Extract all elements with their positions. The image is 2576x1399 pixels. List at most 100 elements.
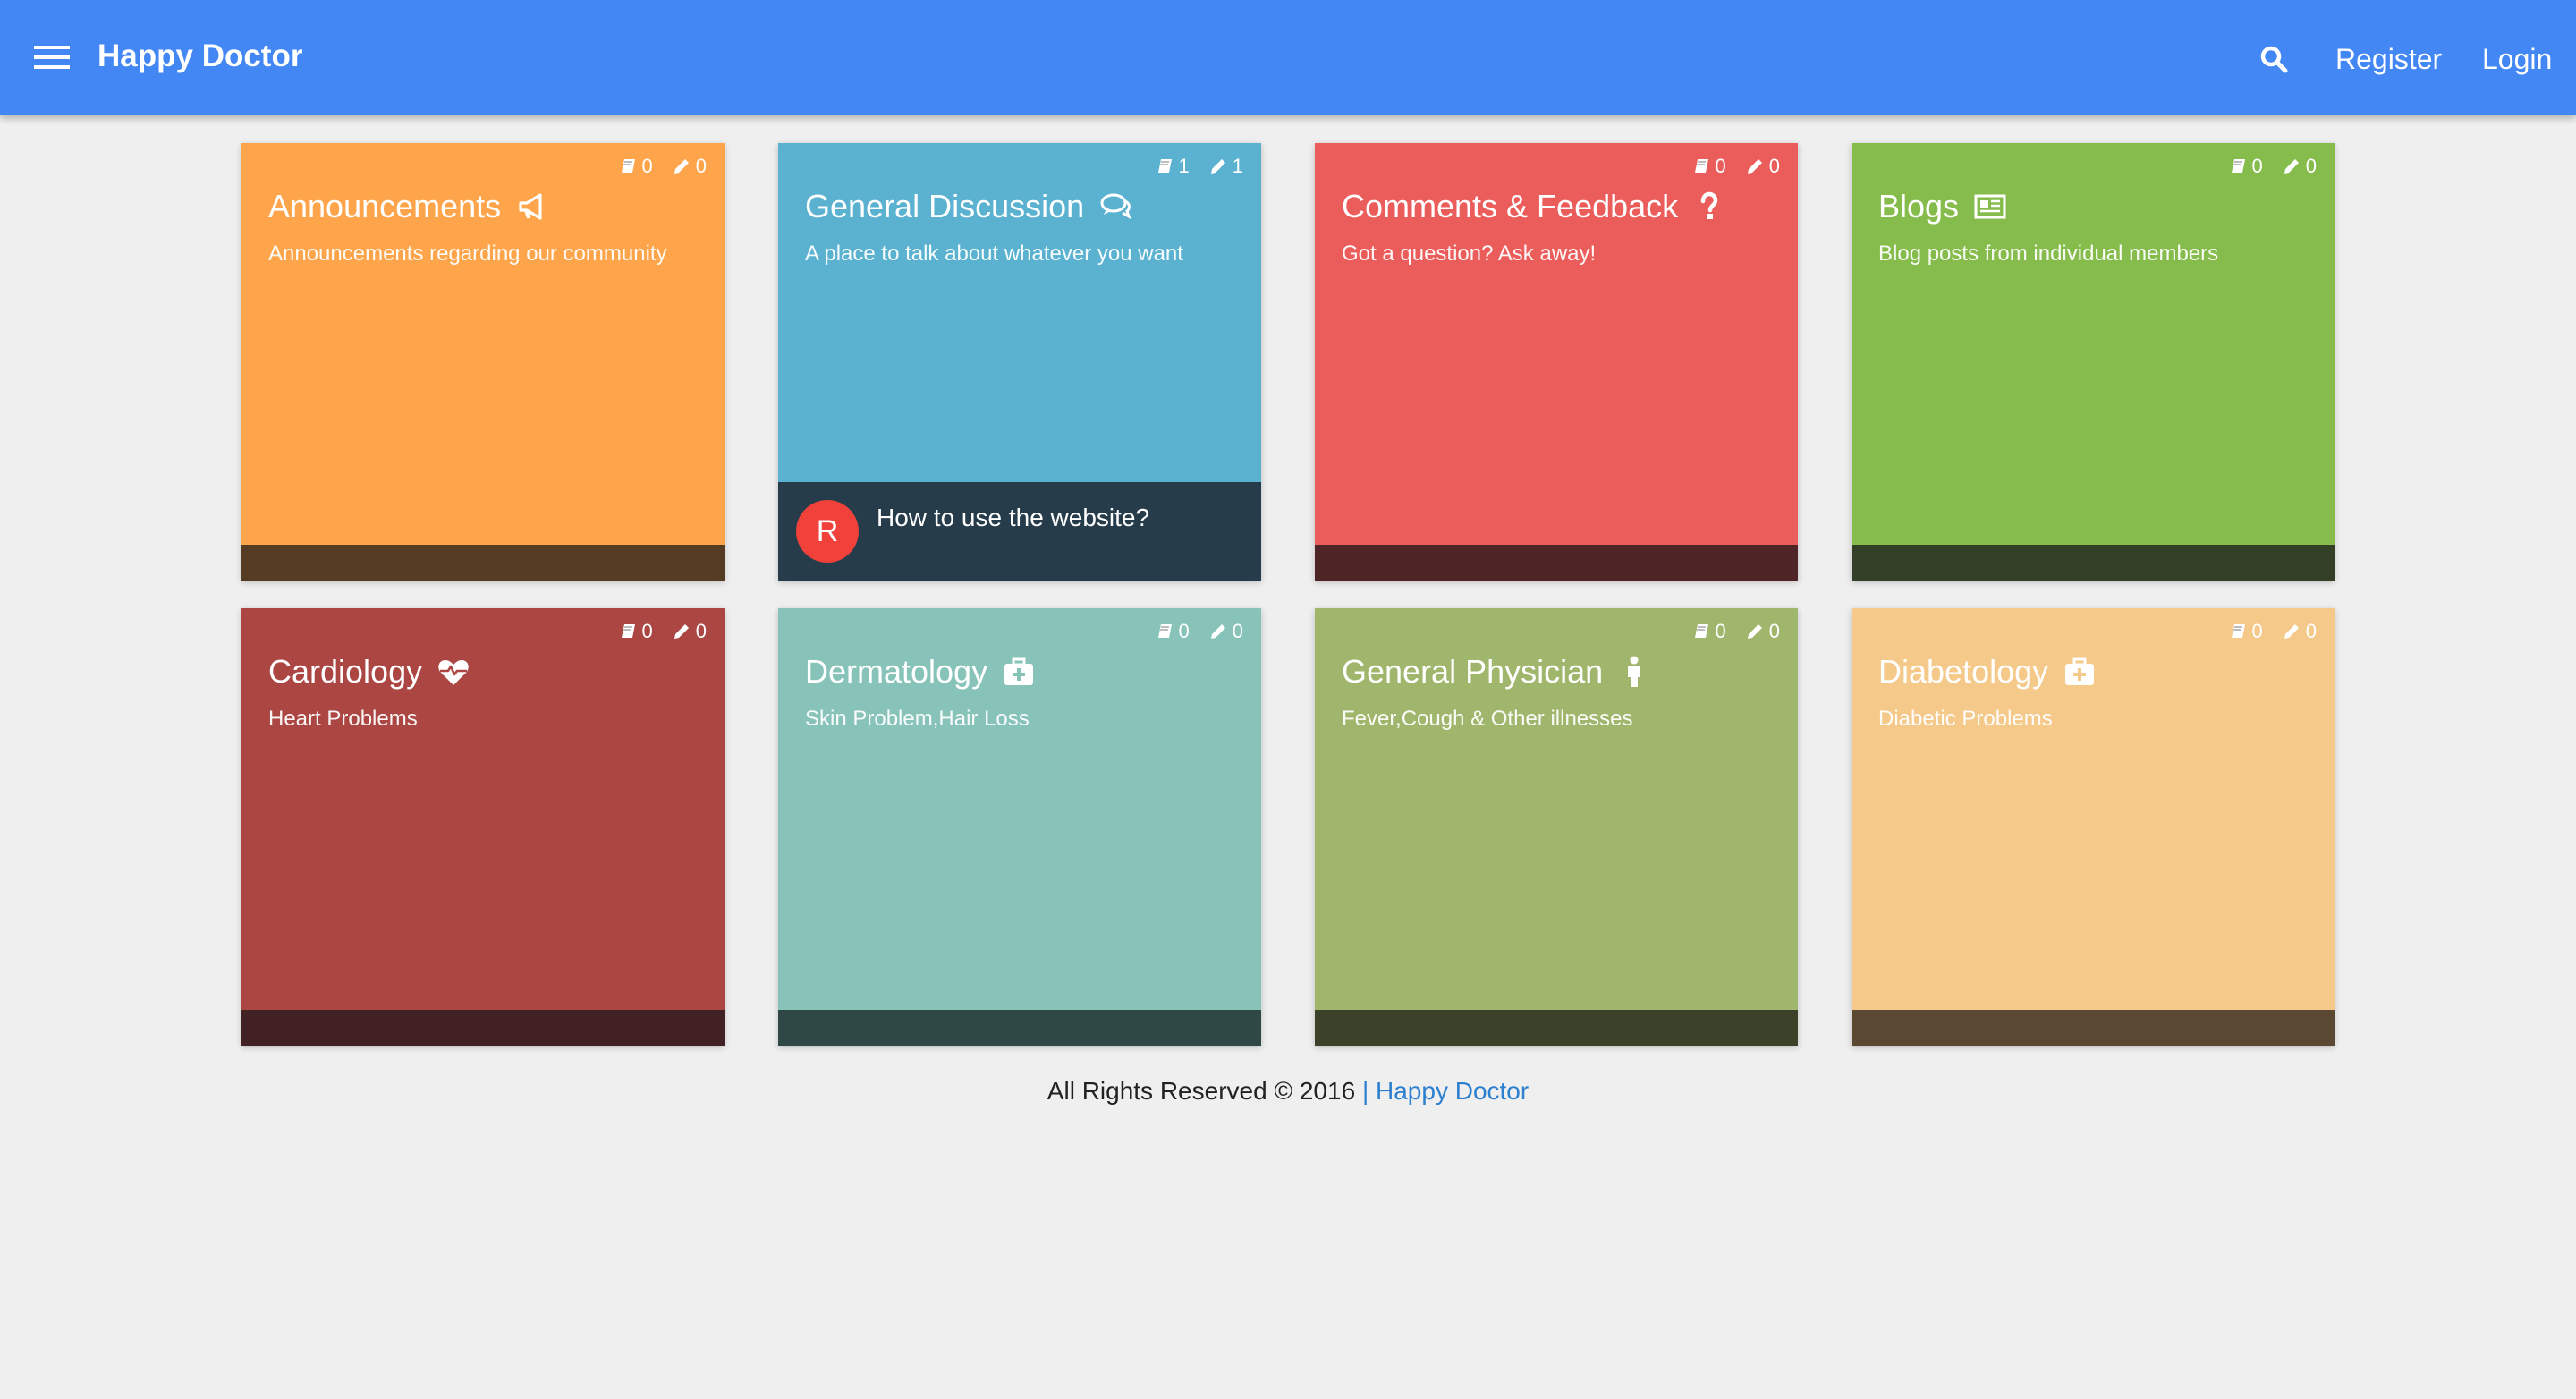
- book-icon: [619, 157, 637, 175]
- bullhorn-icon: [515, 190, 549, 224]
- male-icon: [1617, 655, 1651, 689]
- pencil-icon: [1746, 157, 1764, 175]
- pencil-icon: [2283, 157, 2301, 175]
- pencil-icon: [1209, 623, 1227, 640]
- avatar[interactable]: R: [796, 500, 859, 563]
- category-stats: 0 0: [2229, 154, 2317, 179]
- post-count: 1: [1232, 155, 1243, 177]
- book-icon: [2229, 623, 2247, 640]
- topic-count: 0: [1715, 155, 1726, 177]
- newspaper-icon: [1973, 190, 2007, 224]
- post-count: 0: [1768, 620, 1780, 642]
- medkit-icon: [2063, 655, 2097, 689]
- pencil-icon: [1209, 157, 1227, 175]
- category-footer: [242, 545, 724, 581]
- category-title-row: Blogs: [1878, 186, 2007, 227]
- category-title-row: Dermatology: [805, 651, 1036, 692]
- category-title: Diabetology: [1878, 653, 2049, 690]
- book-icon: [1692, 623, 1710, 640]
- latest-topic[interactable]: R How to use the website?: [778, 482, 1261, 581]
- brand-title[interactable]: Happy Doctor: [97, 36, 302, 77]
- search-icon[interactable]: [2258, 43, 2290, 75]
- category-title: Comments & Feedback: [1342, 188, 1679, 225]
- book-icon: [1692, 157, 1710, 175]
- category-card-diabetology[interactable]: 0 0 Diabetology Diabetic Problems: [1852, 608, 2334, 1046]
- category-title-row: General Physician: [1342, 651, 1651, 692]
- copyright-text: All Rights Reserved © 2016: [1046, 1077, 1356, 1105]
- category-card-cardiology[interactable]: 0 0 Cardiology Heart Problems: [242, 608, 724, 1046]
- category-description: Diabetic Problems: [1878, 707, 2053, 731]
- category-title-row: Comments & Feedback: [1342, 186, 1726, 227]
- category-grid: 0 0 Announcements Announcements regardin…: [0, 0, 2576, 1399]
- comments-icon: [1098, 190, 1132, 224]
- category-title-row: Announcements: [268, 186, 549, 227]
- category-title-row: Diabetology: [1878, 651, 2097, 692]
- category-card-blogs[interactable]: 0 0 Blogs Blog posts from individual mem…: [1852, 143, 2334, 581]
- category-footer: [1852, 1010, 2334, 1046]
- category-stats: 0 0: [1156, 619, 1243, 644]
- login-link[interactable]: Login: [2482, 39, 2552, 79]
- post-count: 0: [2305, 620, 2317, 642]
- category-title: Blogs: [1878, 188, 1960, 225]
- category-title: Cardiology: [268, 653, 423, 690]
- category-title-row: Cardiology: [268, 651, 470, 692]
- post-count: 0: [1768, 155, 1780, 177]
- post-count: 0: [695, 155, 707, 177]
- post-count: 0: [695, 620, 707, 642]
- category-card-announcements[interactable]: 0 0 Announcements Announcements regardin…: [242, 143, 724, 581]
- book-icon: [619, 623, 637, 640]
- category-description: A place to talk about whatever you want: [805, 242, 1183, 266]
- post-count: 0: [2305, 155, 2317, 177]
- question-icon: [1692, 190, 1726, 224]
- category-footer: [1852, 545, 2334, 581]
- topic-count: 0: [2251, 155, 2263, 177]
- category-title-row: General Discussion: [805, 186, 1132, 227]
- category-stats: 0 0: [2229, 619, 2317, 644]
- latest-topic-title[interactable]: How to use the website?: [877, 502, 1149, 534]
- topic-count: 0: [2251, 620, 2263, 642]
- category-stats: 1 1: [1156, 154, 1243, 179]
- category-footer: [242, 1010, 724, 1046]
- category-description: Skin Problem,Hair Loss: [805, 707, 1030, 731]
- footer-separator: |: [1361, 1077, 1369, 1105]
- pencil-icon: [1746, 623, 1764, 640]
- category-description: Fever,Cough & Other illnesses: [1342, 707, 1633, 731]
- category-card-general-physician[interactable]: 0 0 General Physician Fever,Cough & Othe…: [1315, 608, 1798, 1046]
- top-navbar: Happy Doctor Register Login: [0, 0, 2576, 115]
- pencil-icon: [673, 157, 691, 175]
- category-stats: 0 0: [619, 154, 707, 179]
- medkit-icon: [1002, 655, 1036, 689]
- topic-count: 0: [641, 155, 653, 177]
- book-icon: [1156, 157, 1174, 175]
- category-description: Heart Problems: [268, 707, 418, 731]
- book-icon: [1156, 623, 1174, 640]
- category-title: Dermatology: [805, 653, 988, 690]
- category-title: General Physician: [1342, 653, 1604, 690]
- category-title: General Discussion: [805, 188, 1085, 225]
- category-title: Announcements: [268, 188, 502, 225]
- category-footer: [1315, 1010, 1798, 1046]
- category-card-comments-feedback[interactable]: 0 0 Comments & Feedback Got a question? …: [1315, 143, 1798, 581]
- page-footer: All Rights Reserved © 2016 | Happy Docto…: [0, 1075, 2576, 1107]
- category-description: Blog posts from individual members: [1878, 242, 2219, 266]
- topic-count: 1: [1178, 155, 1190, 177]
- category-footer: [1315, 545, 1798, 581]
- category-stats: 0 0: [1692, 619, 1780, 644]
- pencil-icon: [673, 623, 691, 640]
- category-card-general-discussion[interactable]: 1 1 General Discussion A place to talk a…: [778, 143, 1261, 581]
- category-description: Got a question? Ask away!: [1342, 242, 1597, 266]
- topic-count: 0: [641, 620, 653, 642]
- footer-home-link[interactable]: Happy Doctor: [1376, 1077, 1529, 1105]
- pencil-icon: [2283, 623, 2301, 640]
- register-link[interactable]: Register: [2335, 39, 2442, 79]
- category-description: Announcements regarding our community: [268, 242, 667, 266]
- topic-count: 0: [1715, 620, 1726, 642]
- post-count: 0: [1232, 620, 1243, 642]
- hamburger-menu-icon[interactable]: [32, 39, 72, 75]
- heartbeat-icon: [436, 655, 470, 689]
- category-stats: 0 0: [1692, 154, 1780, 179]
- category-stats: 0 0: [619, 619, 707, 644]
- category-card-dermatology[interactable]: 0 0 Dermatology Skin Problem,Hair Loss: [778, 608, 1261, 1046]
- book-icon: [2229, 157, 2247, 175]
- topic-count: 0: [1178, 620, 1190, 642]
